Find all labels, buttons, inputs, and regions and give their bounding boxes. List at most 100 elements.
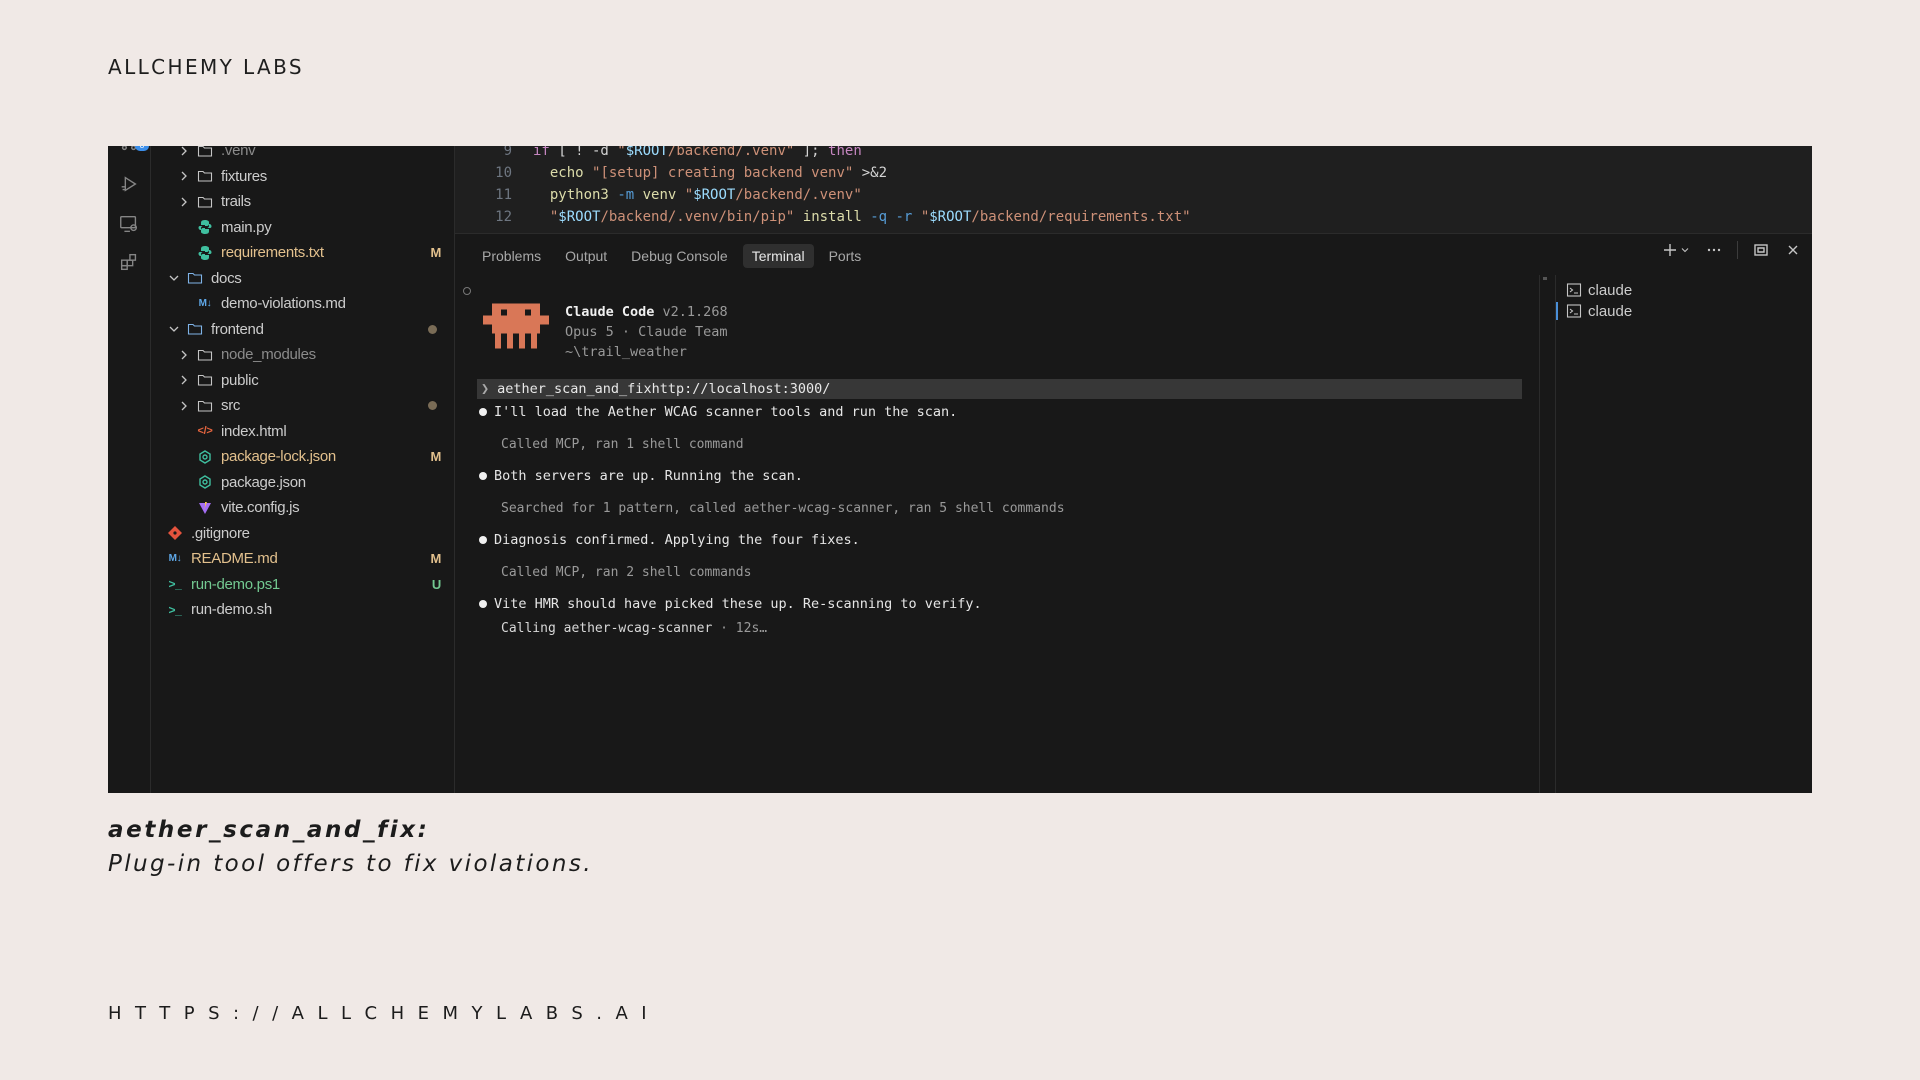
- terminal-scrollbar[interactable]: [1539, 275, 1553, 793]
- terminal-instance[interactable]: claude: [1566, 279, 1632, 301]
- explorer-item-readme-md[interactable]: M↓ README.md M: [151, 546, 455, 571]
- chevron-down-icon[interactable]: [1679, 241, 1691, 259]
- extensions-icon[interactable]: [117, 250, 141, 274]
- tool-summary[interactable]: Searched for 1 pattern, called aether-wc…: [501, 497, 1065, 519]
- claude-mascot-icon: [483, 303, 549, 349]
- folder-icon: [197, 194, 213, 210]
- tool-summary[interactable]: Called MCP, ran 1 shell command: [501, 433, 744, 455]
- chevron-down-icon[interactable]: [167, 271, 181, 285]
- close-panel-icon[interactable]: [1784, 241, 1802, 259]
- explorer-item-package-lock-json[interactable]: package-lock.json M: [151, 444, 455, 469]
- vite-file-icon: [197, 500, 213, 516]
- remote-explorer-icon[interactable]: [117, 212, 141, 236]
- prompt-text: aether_scan_and_fixhttp://localhost:3000…: [497, 381, 831, 397]
- explorer-item-public[interactable]: public: [151, 368, 455, 393]
- tab-debug-console[interactable]: Debug Console: [622, 244, 737, 268]
- shell-file-icon: >_: [168, 577, 182, 591]
- bottom-panel: Problems Output Debug Console Terminal Ports: [455, 235, 1812, 793]
- code-token: venv: [642, 187, 677, 203]
- explorer-item-label: src: [221, 397, 241, 414]
- code-line[interactable]: 12 "$ROOT/backend/.venv/bin/pip" install…: [455, 206, 1812, 228]
- chevron-right-icon[interactable]: [177, 348, 191, 362]
- chevron-right-icon[interactable]: [177, 195, 191, 209]
- ide-screenshot: 8 .venv fixtures trails main.py requirements…: [108, 146, 1812, 793]
- tab-problems[interactable]: Problems: [473, 244, 550, 268]
- line-number: 12: [495, 209, 512, 225]
- explorer-item-node-modules[interactable]: node_modules: [151, 342, 455, 367]
- explorer-item-src[interactable]: src: [151, 393, 455, 418]
- code-token: /backend/.venv/bin/pip": [600, 209, 795, 225]
- explorer-item-label: index.html: [221, 422, 287, 440]
- folder-icon: [197, 347, 213, 363]
- more-actions-icon[interactable]: [1705, 241, 1723, 259]
- terminal-output[interactable]: Claude Code v2.1.268 Opus 5 · Claude Tea…: [455, 275, 1540, 793]
- chevron-right-icon[interactable]: [177, 146, 191, 158]
- code-token: /backend/requirements.txt": [971, 209, 1191, 225]
- chevron-right-icon[interactable]: [177, 373, 191, 387]
- explorer-item-vite-config-js[interactable]: vite.config.js: [151, 495, 455, 520]
- source-control-badge: 8: [135, 146, 149, 151]
- explorer-item-trails[interactable]: trails: [151, 189, 455, 214]
- explorer-item-label: fixtures: [221, 167, 267, 185]
- code-token: $ROOT: [625, 146, 668, 159]
- code-token: -m: [617, 187, 635, 203]
- tab-output[interactable]: Output: [556, 244, 616, 268]
- chevron-right-icon[interactable]: [177, 169, 191, 183]
- explorer-item-requirements-txt[interactable]: requirements.txt M: [151, 240, 455, 265]
- tab-terminal[interactable]: Terminal: [742, 244, 814, 268]
- explorer-item-label: frontend: [211, 320, 264, 338]
- folder-icon: [197, 168, 213, 184]
- folder-icon: [187, 270, 203, 286]
- code-token: echo: [549, 165, 584, 181]
- code-line[interactable]: 11 python3 -m venv "$ROOT/backend/.venv": [455, 184, 1812, 206]
- explorer-item-label: main.py: [221, 218, 272, 236]
- prompt-line[interactable]: ❯ aether_scan_and_fixhttp://localhost:30…: [477, 379, 1522, 399]
- explorer-item-venv[interactable]: .venv: [151, 146, 455, 163]
- explorer-item-label: node_modules: [221, 346, 316, 363]
- chevron-right-icon[interactable]: [177, 399, 191, 413]
- explorer-item-main-py[interactable]: main.py: [151, 215, 455, 240]
- app-name: Claude Code: [565, 304, 655, 320]
- explorer-item-run-demo-sh[interactable]: >_ run-demo.sh: [151, 597, 455, 622]
- brand-title: ALLCHEMY LABS: [108, 55, 304, 79]
- code-token: python3: [549, 187, 609, 203]
- bullet-icon: [479, 600, 487, 608]
- tab-ports[interactable]: Ports: [820, 244, 871, 268]
- run-debug-icon[interactable]: [117, 172, 141, 196]
- code-token: ": [617, 146, 626, 159]
- terminal-instance[interactable]: claude: [1555, 300, 1632, 322]
- explorer-item-docs[interactable]: docs: [151, 266, 455, 291]
- tool-summary[interactable]: Called MCP, ran 2 shell commands: [501, 561, 751, 583]
- claude-code-header: Claude Code v2.1.268 Opus 5 · Claude Tea…: [565, 302, 728, 362]
- line-number: 9: [503, 146, 512, 159]
- code-token: $ROOT: [929, 209, 972, 225]
- calling-time: · 12s…: [712, 620, 768, 636]
- code-line[interactable]: 10 echo "[setup] creating backend venv" …: [455, 162, 1812, 184]
- explorer-item-gitignore[interactable]: .gitignore: [151, 521, 455, 546]
- maximize-panel-icon[interactable]: [1752, 241, 1770, 259]
- git-file-icon: [167, 525, 183, 541]
- assistant-message: Diagnosis confirmed. Applying the four f…: [477, 529, 860, 551]
- chevron-down-icon[interactable]: [167, 322, 181, 336]
- explorer-item-run-demo-ps1[interactable]: >_ run-demo.ps1 U: [151, 572, 455, 597]
- new-terminal-icon[interactable]: [1661, 241, 1679, 259]
- explorer-item-index-html[interactable]: </> index.html: [151, 419, 455, 444]
- assistant-message: Vite HMR should have picked these up. Re…: [477, 593, 982, 615]
- explorer-item-fixtures[interactable]: fixtures: [151, 164, 455, 189]
- code-token: then: [828, 146, 862, 159]
- panel-tabs: Problems Output Debug Console Terminal Ports: [473, 244, 870, 268]
- source-control-icon[interactable]: 8: [117, 146, 149, 166]
- code-token: >&2: [853, 165, 888, 181]
- caption-title: aether_scan_and_fix:: [108, 817, 430, 843]
- explorer-item-demo-violations-md[interactable]: M↓ demo-violations.md: [151, 291, 455, 316]
- caption-subtitle: Plug-in tool offers to fix violations.: [108, 851, 593, 877]
- code-line[interactable]: 9 if [ ! -d "$ROOT/backend/.venv" ]; then: [455, 146, 1812, 162]
- code-editor[interactable]: 9 if [ ! -d "$ROOT/backend/.venv" ]; then…: [455, 146, 1812, 234]
- footer-url[interactable]: HTTPS://ALLCHEMYLABS.AI: [108, 1003, 660, 1024]
- explorer-item-package-json[interactable]: package.json: [151, 470, 455, 495]
- explorer-item-frontend[interactable]: frontend: [151, 317, 455, 342]
- divider: [1737, 241, 1738, 259]
